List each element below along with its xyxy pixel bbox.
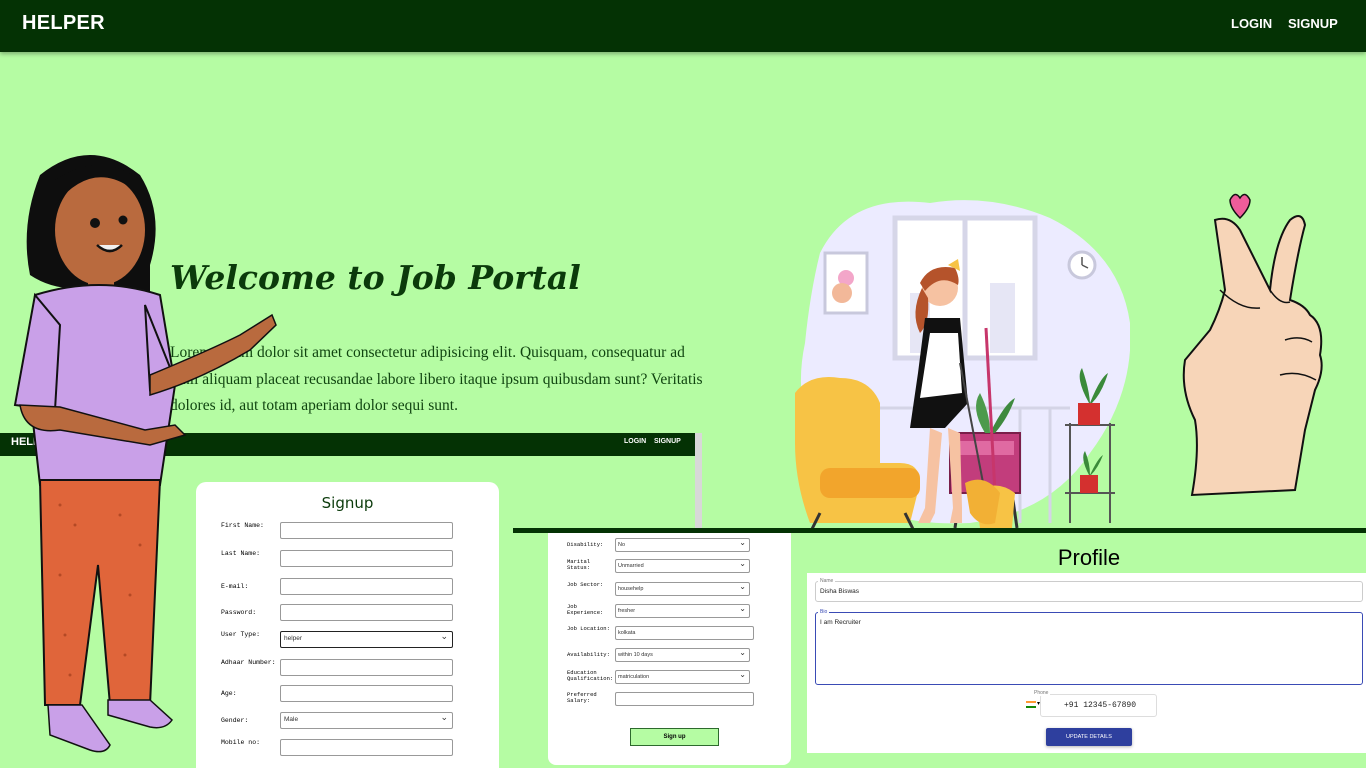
disability-select[interactable]: No bbox=[615, 538, 750, 552]
job-sector-select[interactable]: househelp bbox=[615, 582, 750, 596]
maid-cleaning-illustration bbox=[795, 200, 1130, 533]
form-row-education: Education Qualification: matriculation bbox=[567, 670, 787, 686]
bio-value: I am Recruiter bbox=[820, 619, 861, 626]
phone-value: +91 12345-67890 bbox=[1064, 701, 1137, 710]
signup-card-2: Disability: No Marital Status: Unmarried… bbox=[548, 533, 791, 765]
first-name-input[interactable] bbox=[280, 522, 453, 539]
job-location-input[interactable]: kolkata bbox=[615, 626, 754, 640]
woman-pointing-illustration bbox=[13, 155, 277, 753]
gender-select[interactable]: Male bbox=[280, 712, 453, 729]
mini-login-link: LOGIN bbox=[624, 438, 647, 445]
field-label: Education Qualification: bbox=[567, 669, 614, 682]
form-row-marital: Marital Status: Unmarried bbox=[567, 559, 787, 575]
field-label: Job Sector: bbox=[567, 581, 604, 588]
form-row-availability: Availability: within 10 days bbox=[567, 648, 787, 664]
job-experience-select[interactable]: fresher bbox=[615, 604, 750, 618]
bio-field[interactable] bbox=[815, 612, 1363, 685]
email-input[interactable] bbox=[280, 578, 453, 595]
education-select[interactable]: matriculation bbox=[615, 670, 750, 684]
form-row-salary: Preferred Salary: bbox=[567, 692, 787, 708]
field-label: Availability: bbox=[567, 651, 610, 658]
age-input[interactable] bbox=[280, 685, 453, 702]
user-type-select[interactable]: helper bbox=[280, 631, 453, 648]
mobile-input[interactable] bbox=[280, 739, 453, 756]
login-link[interactable]: LOGIN bbox=[1231, 16, 1272, 31]
brand-logo[interactable]: HELPER bbox=[22, 12, 105, 35]
phone-field[interactable]: +91 12345-67890 bbox=[1040, 694, 1157, 717]
marital-status-select[interactable]: Unmarried bbox=[615, 559, 750, 573]
field-label: Disability: bbox=[567, 541, 604, 548]
password-input[interactable] bbox=[280, 604, 453, 621]
adhaar-input[interactable] bbox=[280, 659, 453, 676]
signup-button[interactable]: Sign up bbox=[630, 728, 719, 746]
phone-label: Phone bbox=[1032, 690, 1051, 696]
mini-signup-link: SIGNUP bbox=[654, 438, 681, 445]
salary-input[interactable] bbox=[615, 692, 754, 706]
field-label: Marital Status: bbox=[567, 558, 591, 571]
update-details-button[interactable]: UPDATE DETAILS bbox=[1046, 728, 1132, 746]
signup-link[interactable]: SIGNUP bbox=[1288, 16, 1338, 31]
availability-select[interactable]: within 10 days bbox=[615, 648, 750, 662]
form-row-job-experience: Job Experience: fresher bbox=[567, 604, 787, 620]
form-row-job-sector: Job Sector: househelp bbox=[567, 582, 787, 598]
profile-title: Profile bbox=[1057, 545, 1121, 570]
field-label: Job Experience: bbox=[567, 603, 604, 616]
navbar: HELPER LOGIN SIGNUP bbox=[0, 0, 1366, 52]
field-label: Job Location: bbox=[567, 625, 610, 632]
mini-scrollbar bbox=[695, 433, 702, 533]
chevron-down-icon[interactable]: ▾ bbox=[1037, 700, 1040, 707]
name-value: Disha Biswas bbox=[820, 588, 860, 595]
name-label: Name bbox=[818, 578, 836, 584]
form-row-disability: Disability: No bbox=[567, 538, 787, 554]
last-name-input[interactable] bbox=[280, 550, 453, 567]
bio-label: Bio bbox=[818, 609, 830, 615]
form-row-job-location: Job Location: kolkata bbox=[567, 626, 787, 642]
name-field[interactable] bbox=[815, 581, 1363, 602]
finger-heart-hand-illustration bbox=[1182, 193, 1323, 497]
india-flag-icon[interactable] bbox=[1026, 701, 1036, 708]
field-label: Preferred Salary: bbox=[567, 691, 597, 704]
